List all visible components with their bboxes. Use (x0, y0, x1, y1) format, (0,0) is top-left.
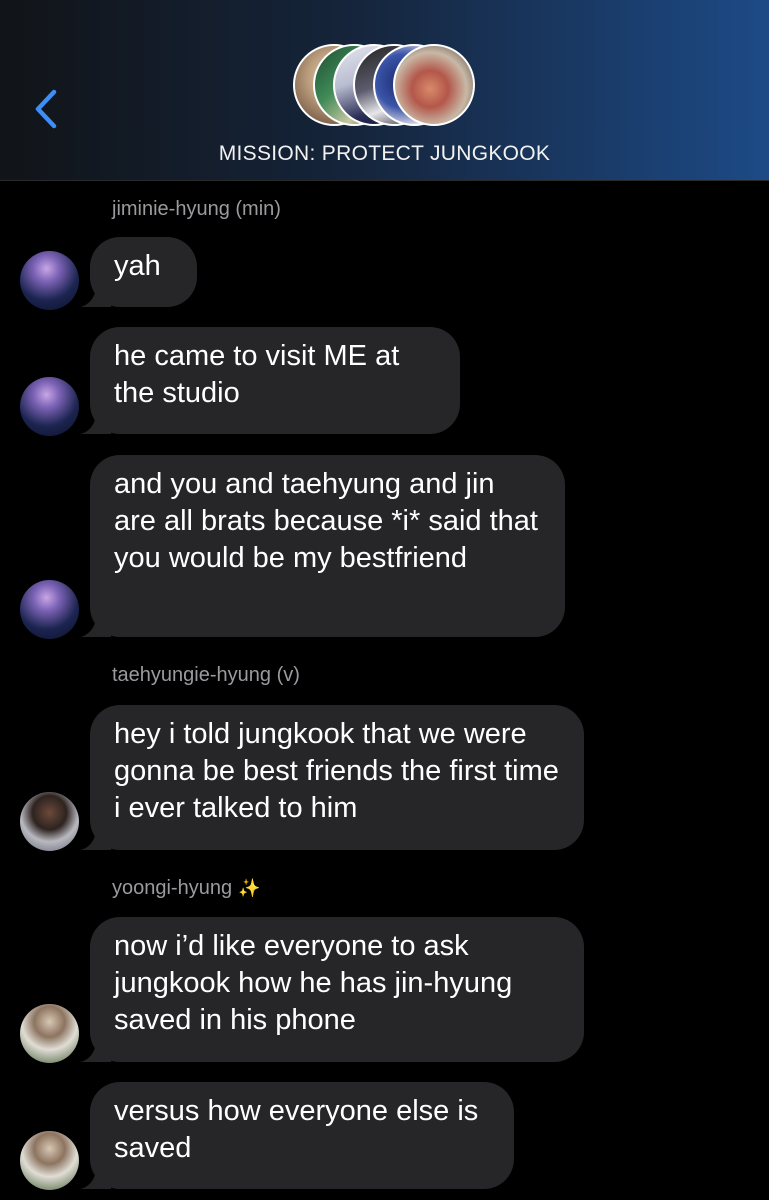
bubble-tail (81, 277, 111, 307)
message-bubble[interactable]: yah (81, 237, 197, 307)
sender-avatar[interactable] (20, 792, 79, 851)
message-bubble[interactable]: now i’d like everyone to ask jungkook ho… (81, 917, 584, 1062)
message-text: yah (114, 250, 161, 282)
message-text: hey i told jungkook that we were gonna b… (114, 718, 559, 824)
sender-avatar[interactable] (20, 580, 79, 639)
sender-name-text: yoongi-hyung (112, 877, 233, 899)
sender-avatar[interactable] (20, 377, 79, 436)
bubble-tail (81, 1032, 111, 1062)
sender-avatar[interactable] (20, 1004, 79, 1063)
group-avatar-stack[interactable] (293, 44, 483, 130)
sender-name: jiminie-hyung (min) (112, 198, 281, 220)
message-bubble[interactable]: and you and taehyung and jin are all bra… (81, 455, 565, 637)
message-bubble[interactable]: hey i told jungkook that we were gonna b… (81, 705, 584, 850)
message-bubble[interactable]: versus how everyone else is saved (81, 1082, 514, 1189)
sender-avatar[interactable] (20, 251, 79, 310)
message-text: and you and taehyung and jin are all bra… (114, 468, 538, 574)
message-text: versus how everyone else is saved (114, 1095, 479, 1164)
sender-name: taehyungie-hyung (v) (112, 664, 300, 686)
message-bubble[interactable]: he came to visit ME at the studio (81, 327, 460, 434)
message-text: he came to visit ME at the studio (114, 340, 400, 409)
sender-name: yoongi-hyung ✨ (112, 877, 261, 900)
sparkles-icon: ✨ (238, 878, 261, 898)
group-title: MISSION: PROTECT JUNGKOOK (218, 142, 551, 165)
chevron-left-icon (35, 89, 57, 129)
bubble-tail (81, 1159, 111, 1189)
bubble-tail (81, 607, 111, 637)
chat-header: MISSION: PROTECT JUNGKOOK (0, 0, 769, 181)
bubble-tail (81, 820, 111, 850)
bubble-tail (81, 404, 111, 434)
sender-avatar[interactable] (20, 1131, 79, 1190)
back-button[interactable] (28, 84, 68, 134)
message-text: now i’d like everyone to ask jungkook ho… (114, 930, 513, 1036)
member-avatar (393, 44, 475, 126)
